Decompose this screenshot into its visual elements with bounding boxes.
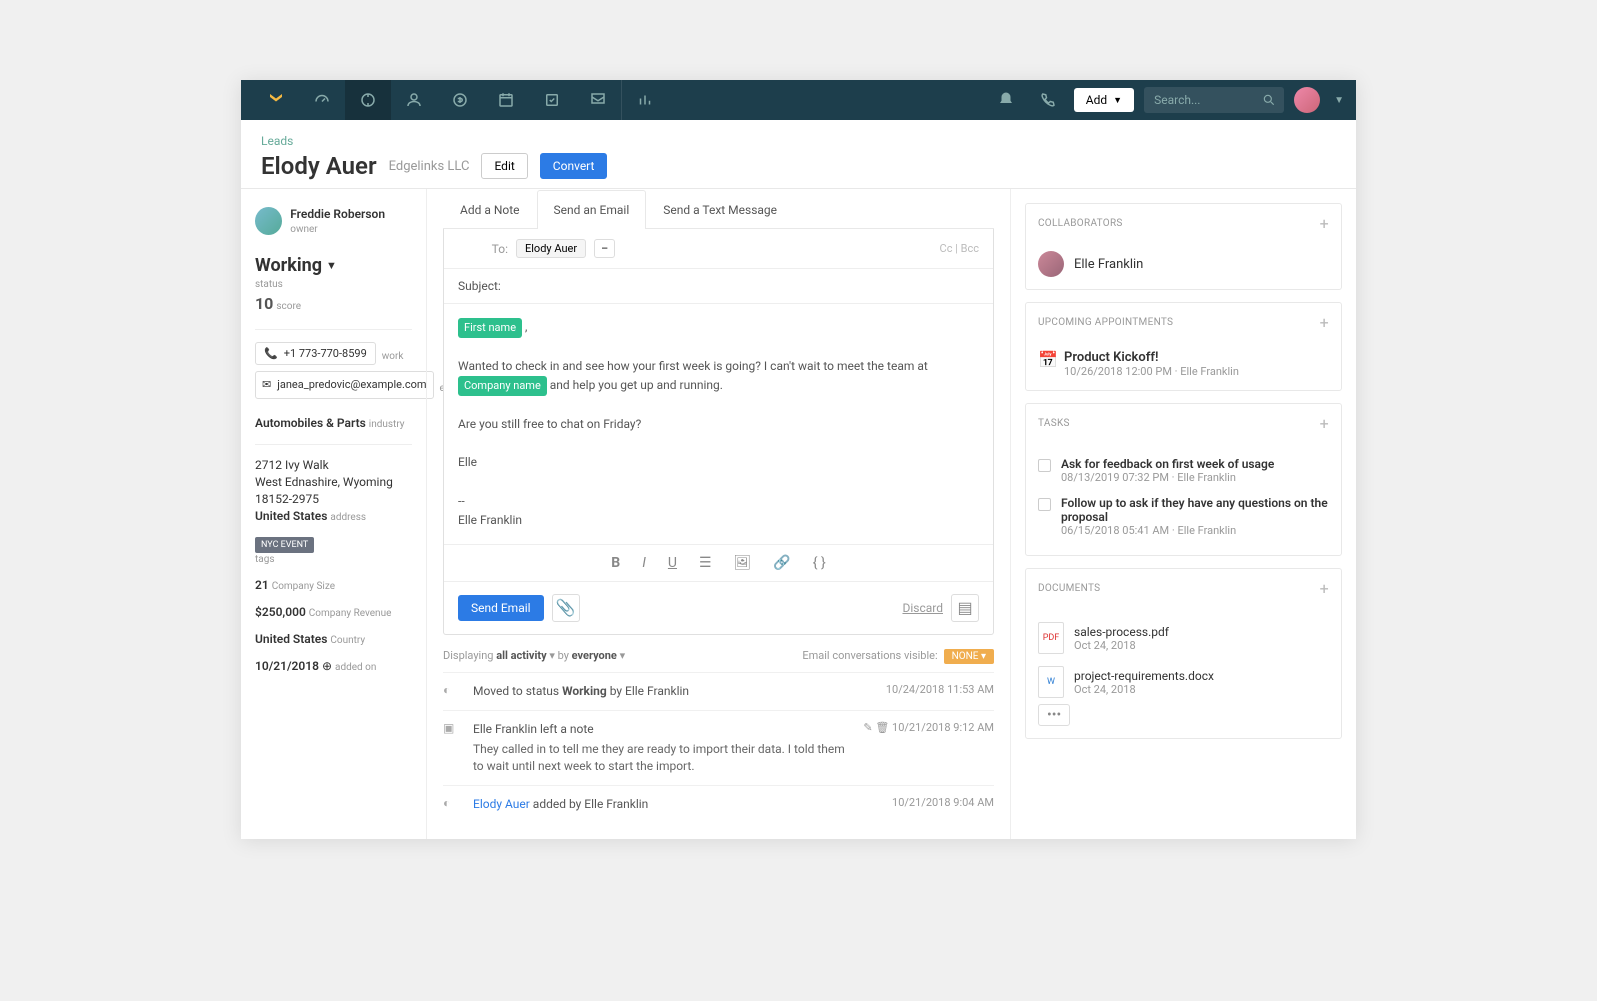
contacts-icon[interactable] (391, 80, 437, 120)
collaborator-item[interactable]: Elle Franklin (1038, 251, 1329, 277)
template-icon[interactable]: ▤ (951, 594, 979, 622)
add-appointment[interactable]: + (1320, 313, 1329, 332)
breadcrumb[interactable]: Leads (261, 134, 1336, 148)
recipient-chip[interactable]: Elody Auer (516, 239, 586, 258)
to-label: To: (458, 242, 508, 256)
convert-button[interactable]: Convert (540, 153, 608, 179)
task-item[interactable]: Ask for feedback on first week of usage0… (1038, 451, 1329, 490)
merge-company-name[interactable]: Company name (458, 376, 547, 396)
tab-send-text[interactable]: Send a Text Message (646, 190, 794, 229)
add-document[interactable]: + (1320, 579, 1329, 598)
add-button[interactable]: Add▼ (1074, 88, 1134, 112)
appointments-title: Upcoming Appointments (1038, 317, 1173, 328)
more-documents[interactable]: ••• (1038, 704, 1070, 726)
collaborators-title: Collaborators (1038, 218, 1123, 229)
campaigns-icon[interactable] (575, 80, 621, 120)
email-value[interactable]: ✉janea_predovic@example.com (255, 371, 434, 399)
lead-name: Elody Auer (261, 152, 377, 180)
email-body[interactable]: First name , Wanted to check in and see … (444, 304, 993, 544)
logo-icon[interactable] (253, 80, 299, 120)
status-value[interactable]: Working▼ (255, 255, 412, 276)
edit-icon[interactable]: ✎ (863, 721, 872, 734)
search-icon (1262, 93, 1276, 107)
task-item[interactable]: Follow up to ask if they have any questi… (1038, 490, 1329, 543)
notifications-icon[interactable] (990, 80, 1022, 120)
email-composer: To: Elody Auer – Cc | Bcc Subject: First… (443, 229, 994, 635)
discard-button[interactable]: Discard (902, 601, 943, 615)
user-menu-caret[interactable]: ▼ (1334, 95, 1344, 106)
attach-icon[interactable]: 📎 (552, 594, 580, 622)
task-checkbox[interactable] (1038, 498, 1051, 511)
deals-icon[interactable] (437, 80, 483, 120)
user-avatar[interactable] (1294, 87, 1320, 113)
leads-icon[interactable] (345, 80, 391, 120)
word-icon: W (1038, 666, 1064, 698)
link-icon[interactable]: 🔗 (773, 555, 790, 571)
add-recipient[interactable]: – (594, 239, 615, 258)
company-revenue: $250,000 (255, 605, 306, 619)
tasks-title: Tasks (1038, 418, 1070, 429)
italic-icon[interactable]: I (642, 555, 646, 571)
phone-value[interactable]: 📞+1 773-770-8599 (255, 342, 376, 365)
task-checkbox[interactable] (1038, 459, 1051, 472)
status-change-icon: ◐ (443, 683, 463, 700)
country-value: United States (255, 632, 327, 646)
collaborator-avatar (1038, 251, 1064, 277)
activity-item: ◐ Elody Auer added by Elle Franklin 10/2… (443, 785, 994, 823)
documents-title: Documents (1038, 583, 1100, 594)
owner-name: Freddie Roberson (290, 207, 385, 221)
top-navigation: Add▼ ▼ (241, 80, 1356, 120)
lead-link[interactable]: Elody Auer (473, 797, 530, 811)
visibility-badge[interactable]: NONE ▾ (944, 649, 994, 664)
score-value: 10 (255, 294, 273, 313)
address-value: 2712 Ivy Walk West Ednashire, Wyoming 18… (255, 457, 412, 524)
added-icon: ◐ (443, 796, 463, 813)
image-icon[interactable]: 🖼 (734, 555, 752, 571)
merge-field-icon[interactable]: { } (813, 555, 826, 571)
cc-bcc-toggle[interactable]: Cc | Bcc (940, 242, 979, 255)
phone-icon[interactable] (1032, 80, 1064, 120)
activity-item: ◐ Moved to status Working by Elle Frankl… (443, 672, 994, 710)
tab-add-note[interactable]: Add a Note (443, 190, 537, 229)
owner-label: owner (290, 224, 317, 235)
bold-icon[interactable]: B (611, 555, 620, 571)
reports-icon[interactable] (621, 80, 667, 120)
add-collaborator[interactable]: + (1320, 214, 1329, 233)
document-item[interactable]: PDF sales-process.pdfOct 24, 2018 (1038, 616, 1329, 660)
tab-send-email[interactable]: Send an Email (537, 190, 647, 229)
merge-first-name[interactable]: First name (458, 318, 522, 338)
tasks-icon[interactable] (529, 80, 575, 120)
company-size: 21 (255, 578, 269, 592)
document-item[interactable]: W project-requirements.docxOct 24, 2018 (1038, 660, 1329, 704)
calendar-icon: 📅 (1038, 350, 1054, 378)
left-sidebar: Freddie Roberson owner Working▼ status 1… (241, 189, 426, 839)
add-task[interactable]: + (1320, 414, 1329, 433)
edit-button[interactable]: Edit (481, 153, 527, 179)
note-icon: ▣ (443, 721, 463, 775)
underline-icon[interactable]: U (668, 555, 677, 571)
added-date: 10/21/2018 (255, 659, 319, 673)
list-icon[interactable]: ☰ (699, 555, 712, 571)
activity-item: ▣ Elle Franklin left a note They called … (443, 710, 994, 785)
industry-value: Automobiles & Parts (255, 416, 366, 430)
calendar-icon[interactable] (483, 80, 529, 120)
tag-badge[interactable]: NYC EVENT (255, 537, 314, 554)
send-email-button[interactable]: Send Email (458, 595, 544, 621)
lead-company: Edgelinks LLC (389, 159, 470, 174)
format-toolbar: B I U ☰ 🖼 🔗 { } (444, 544, 993, 581)
owner-avatar (255, 207, 282, 235)
delete-icon[interactable]: 🗑 (875, 721, 889, 734)
dashboard-icon[interactable] (299, 80, 345, 120)
pdf-icon: PDF (1038, 622, 1064, 654)
activity-filter[interactable]: Displaying all activity ▾ by everyone ▾ (443, 649, 625, 662)
appointment-item[interactable]: 📅 Product Kickoff!10/26/2018 12:00 PM · … (1038, 350, 1329, 378)
subject-label: Subject: (458, 279, 501, 293)
